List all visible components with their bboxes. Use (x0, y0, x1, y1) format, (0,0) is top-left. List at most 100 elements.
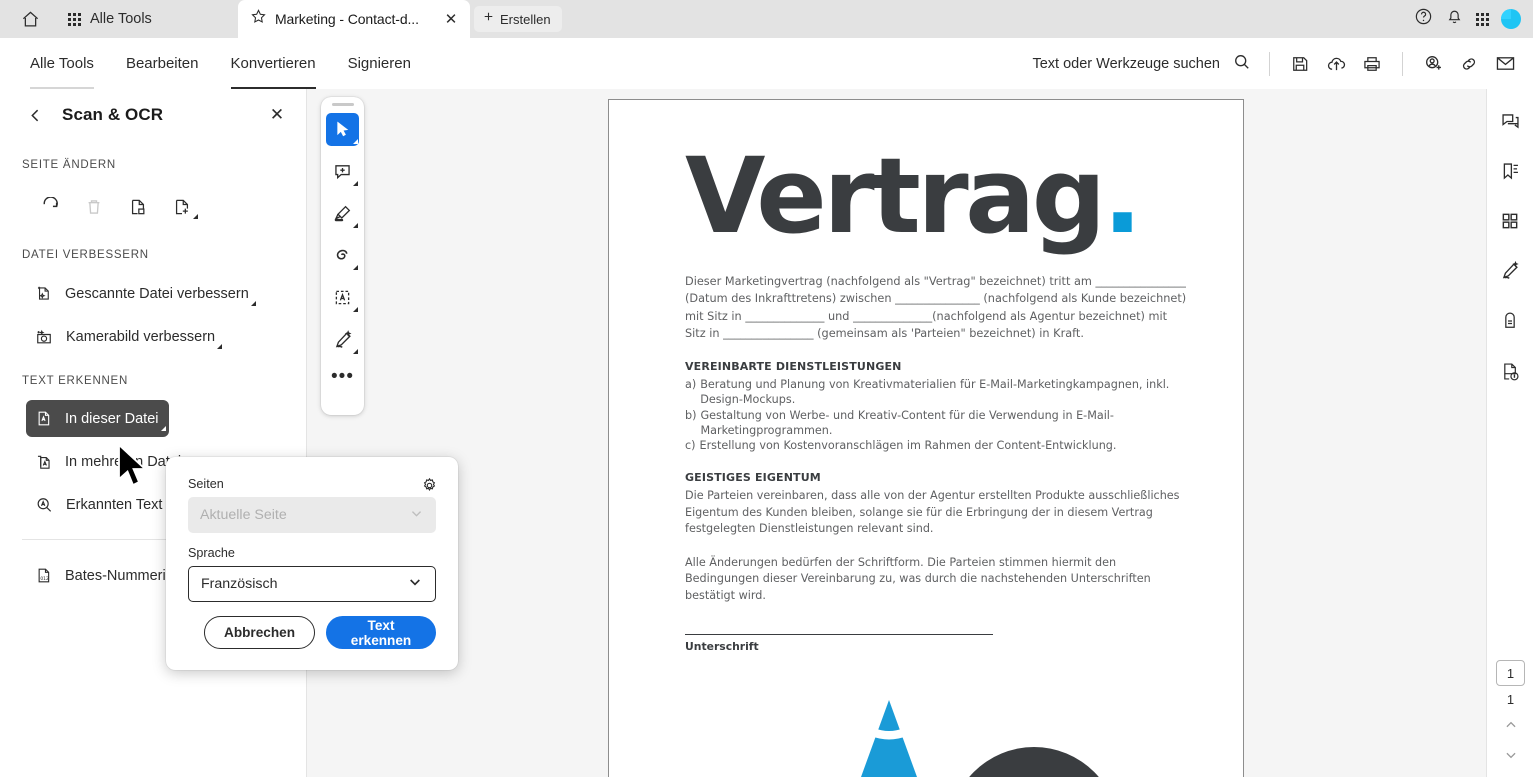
select-tool-icon[interactable] (326, 113, 359, 146)
highlight-tool-icon[interactable] (326, 197, 359, 230)
comment-tool-icon[interactable] (326, 155, 359, 188)
add-person-icon[interactable] (1415, 46, 1451, 82)
star-icon[interactable] (250, 8, 267, 30)
document-section2-body: Die Parteien vereinbaren, dass alle von … (685, 489, 1180, 536)
print-icon[interactable] (1354, 46, 1390, 82)
bookmarks-icon[interactable] (1492, 153, 1528, 189)
crop-page-icon[interactable] (116, 185, 160, 229)
item-erkannten-text-korrigieren[interactable]: Erkannten Text k (26, 486, 184, 523)
create-button[interactable]: Erstellen (474, 6, 562, 32)
sign-icon[interactable] (1492, 253, 1528, 289)
plus-icon (482, 10, 495, 28)
tags-icon[interactable] (1492, 303, 1528, 339)
save-icon[interactable] (1282, 46, 1318, 82)
chevron-left-icon[interactable] (22, 102, 48, 128)
chevron-up-icon[interactable] (1497, 713, 1525, 737)
document-section1-list: a) Beratung und Planung von Kreativmater… (685, 377, 1188, 453)
floating-annotation-toolbar[interactable]: ••• (321, 97, 364, 415)
cancel-button[interactable]: Abbrechen (204, 616, 316, 649)
pages-select[interactable]: Aktuelle Seite (188, 497, 436, 533)
language-value: Französisch (201, 576, 278, 592)
item-kamerabild-verbessern[interactable]: Kamerabild verbessern (26, 318, 225, 355)
sign-tool-icon[interactable] (326, 323, 359, 356)
item-label: In mehreren Datei (65, 453, 182, 470)
close-icon[interactable]: ✕ (440, 8, 462, 30)
recognize-text-button[interactable]: Text erkennen (326, 616, 436, 649)
tab-label: Bearbeiten (125, 55, 199, 72)
avatar[interactable] (1501, 9, 1521, 29)
item-in-dieser-datei[interactable]: In dieser Datei (26, 400, 169, 437)
right-tool-rail: 1 1 (1486, 89, 1533, 777)
more-tools-icon[interactable]: ••• (331, 367, 354, 386)
svg-text:012: 012 (40, 576, 49, 582)
link-icon[interactable] (1451, 46, 1487, 82)
drag-grip[interactable] (331, 103, 354, 106)
cloud-upload-icon[interactable] (1318, 46, 1354, 82)
close-icon[interactable]: ✕ (264, 102, 290, 128)
document-artwork (819, 700, 1239, 777)
item-bates-nummerierung[interactable]: 012 Bates-Nummerie (26, 557, 184, 594)
list-text: Beratung und Planung von Kreativmaterial… (700, 378, 1170, 407)
dropdown-caret (353, 265, 358, 270)
current-page-input[interactable]: 1 (1496, 660, 1525, 686)
list-text: Erstellung von Kostenvoranschlägen im Ra… (699, 439, 1117, 453)
page-thumbnails-icon[interactable] (1492, 203, 1528, 239)
text-select-tool-icon[interactable] (326, 281, 359, 314)
ocr-settings-popover[interactable]: Seiten Aktuelle Seite Sprache Französisc… (166, 457, 458, 670)
chevron-down-icon (407, 574, 423, 594)
search-icon[interactable] (1232, 52, 1251, 76)
pages-value: Aktuelle Seite (200, 507, 287, 523)
tab-label: Signieren (347, 55, 411, 72)
search-placeholder: Text oder Werkzeuge suchen (1032, 55, 1220, 72)
tab-konvertieren[interactable]: Konvertieren (215, 38, 332, 89)
grid-apps-icon (68, 12, 81, 26)
pdf-page[interactable]: Vertrag. Dieser Marketingvertrag (nachfo… (608, 99, 1244, 777)
total-pages-label: 1 (1506, 692, 1515, 707)
panel-header: Scan & OCR ✕ (0, 89, 306, 141)
settings-gear-icon[interactable] (420, 476, 439, 500)
insert-page-icon[interactable] (160, 185, 204, 229)
document-section2-body2: Alle Änderungen bedürfen der Schriftform… (685, 555, 1151, 602)
rotate-page-icon[interactable] (28, 185, 72, 229)
home-icon[interactable] (12, 1, 48, 37)
document-intro: Dieser Marketingvertrag (nachfolgend als… (685, 275, 1187, 340)
document-tab[interactable]: Marketing - Contact-d... ✕ (238, 0, 470, 38)
section-title-seite-aendern: SEITE ÄNDERN (22, 159, 116, 171)
tab-alle-tools[interactable]: Alle Tools (14, 38, 110, 89)
section-title-datei-verbessern: DATEI VERBESSERN (22, 249, 149, 261)
mail-icon[interactable] (1487, 46, 1523, 82)
item-label: Gescannte Datei verbessern (65, 285, 249, 302)
document-section2-title: GEISTIGES EIGENTUM (685, 471, 821, 485)
item-label: Bates-Nummerie (65, 567, 174, 584)
item-label: Erkannten Text k (66, 496, 174, 513)
document-tab-title: Marketing - Contact-d... (275, 11, 419, 27)
search-input[interactable]: Text oder Werkzeuge suchen (1032, 52, 1257, 76)
dropdown-caret (193, 214, 198, 219)
dropdown-caret (353, 139, 358, 144)
signature-label: Unterschrift (685, 640, 759, 654)
app-grid-icon[interactable] (1476, 12, 1489, 26)
list-marker: a) (685, 378, 697, 391)
list-marker: b) (685, 408, 697, 422)
menu-bar-actions: Text oder Werkzeuge suchen (1032, 38, 1523, 89)
help-icon[interactable] (1414, 7, 1433, 31)
bell-icon[interactable] (1445, 7, 1464, 31)
list-item: a) Beratung und Planung von Kreativmater… (685, 377, 1188, 408)
draw-lasso-tool-icon[interactable] (326, 239, 359, 272)
dropdown-caret (353, 349, 358, 354)
menu-bar: Alle Tools Bearbeiten Konvertieren Signi… (0, 38, 1533, 89)
chevron-down-icon[interactable] (1497, 743, 1525, 767)
comments-icon[interactable] (1492, 103, 1528, 139)
all-tools-label: Alle Tools (90, 11, 152, 27)
language-select[interactable]: Französisch (188, 566, 436, 602)
document-section1-title: VEREINBARTE DIENSTLEISTUNGEN (685, 360, 902, 373)
tab-signieren[interactable]: Signieren (332, 38, 427, 89)
all-tools-button[interactable]: Alle Tools (62, 1, 164, 37)
tab-bearbeiten[interactable]: Bearbeiten (110, 38, 215, 89)
item-gescannte-datei-verbessern[interactable]: Gescannte Datei verbessern (26, 275, 259, 312)
document-info-icon[interactable] (1492, 353, 1528, 389)
title-bar: Alle Tools Marketing - Contact-d... ✕ Er… (0, 0, 1533, 38)
document-canvas[interactable]: Vertrag. Dieser Marketingvertrag (nachfo… (308, 89, 1486, 777)
delete-page-icon[interactable] (72, 185, 116, 229)
divider (1269, 51, 1270, 76)
